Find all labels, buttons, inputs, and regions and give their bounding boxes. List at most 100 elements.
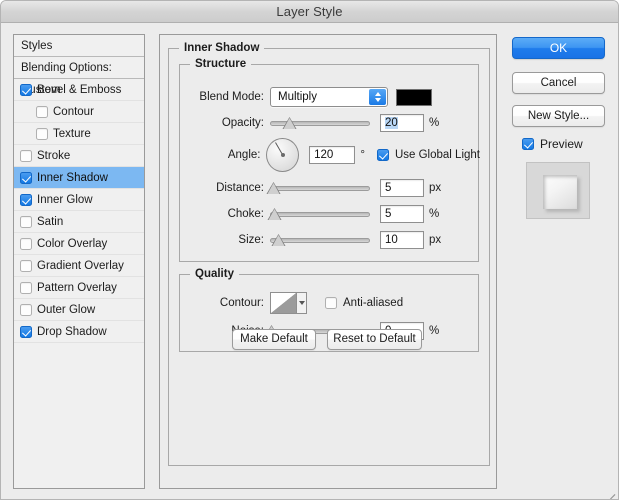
opacity-input[interactable]: 20 (380, 114, 424, 132)
contour-label: Contour: (219, 297, 264, 309)
style-item-label: Outer Glow (37, 303, 96, 316)
style-preview-thumbnail (526, 162, 590, 219)
styles-panel-header: Styles (14, 35, 144, 57)
style-item-label: Bevel & Emboss (37, 83, 122, 96)
shadow-color-swatch[interactable] (396, 88, 432, 106)
style-item-contour[interactable]: Contour (14, 101, 144, 123)
opacity-slider[interactable] (270, 115, 370, 131)
choke-input[interactable]: 5 (380, 205, 424, 223)
preview-label: Preview (540, 137, 583, 151)
angle-value: 120 (314, 149, 334, 161)
size-label: Size: (238, 234, 264, 246)
style-item-label: Gradient Overlay (37, 259, 124, 272)
chevron-down-icon[interactable] (297, 293, 306, 313)
style-item-checkbox[interactable] (20, 259, 32, 272)
preview-shape (543, 175, 577, 209)
style-item-label: Stroke (37, 149, 71, 162)
anti-aliased-checkbox[interactable] (325, 297, 337, 309)
opacity-unit: % (429, 117, 440, 129)
angle-dial-hub (280, 153, 285, 157)
contour-curve-icon (271, 293, 297, 313)
anti-aliased-row[interactable]: Anti-aliased (325, 297, 403, 309)
style-item-checkbox[interactable] (20, 303, 32, 316)
style-item-color-overlay[interactable]: Color Overlay (14, 233, 144, 255)
blend-mode-value: Multiply (278, 91, 317, 103)
size-input[interactable]: 10 (380, 231, 424, 249)
distance-slider[interactable] (266, 180, 370, 196)
angle-input[interactable]: 120 (309, 146, 356, 164)
angle-dial[interactable] (266, 138, 300, 172)
inner-shadow-group-title: Inner Shadow (179, 42, 265, 54)
contour-preset-picker[interactable] (270, 292, 307, 314)
style-item-checkbox[interactable] (20, 83, 32, 96)
style-item-texture[interactable]: Texture (14, 123, 144, 145)
choke-unit: % (429, 208, 440, 220)
style-item-stroke[interactable]: Stroke (14, 145, 144, 167)
style-item-drop-shadow[interactable]: Drop Shadow (14, 321, 144, 343)
style-item-checkbox[interactable] (20, 237, 32, 250)
inner-shadow-settings-panel: Inner Shadow Structure Blend Mode: Multi… (159, 34, 497, 489)
structure-group-title: Structure (190, 58, 252, 70)
reset-to-default-button[interactable]: Reset to Default (327, 329, 422, 350)
styles-panel: Styles Blending Options: Custom Bevel & … (13, 34, 145, 489)
size-value: 10 (385, 234, 398, 246)
use-global-light-checkbox[interactable] (376, 149, 389, 161)
style-item-label: Drop Shadow (37, 325, 107, 338)
size-unit: px (429, 234, 442, 246)
inner-shadow-group: Inner Shadow Structure Blend Mode: Multi… (168, 42, 490, 466)
quality-group-title: Quality (190, 268, 239, 280)
style-item-satin[interactable]: Satin (14, 211, 144, 233)
style-item-outer-glow[interactable]: Outer Glow (14, 299, 144, 321)
new-style-button[interactable]: New Style... (512, 105, 605, 127)
angle-label: Angle: (227, 149, 261, 161)
angle-unit: ° (360, 149, 365, 161)
style-item-checkbox[interactable] (20, 325, 32, 338)
style-item-checkbox[interactable] (20, 193, 32, 206)
style-item-bevel-emboss[interactable]: Bevel & Emboss (14, 79, 144, 101)
ok-button[interactable]: OK (512, 37, 605, 59)
style-item-label: Texture (53, 127, 91, 140)
layer-style-dialog: Layer Style Styles Blending Options: Cus… (0, 0, 619, 500)
blend-mode-select[interactable]: Multiply (270, 87, 388, 107)
make-default-button[interactable]: Make Default (232, 329, 316, 350)
style-item-checkbox[interactable] (36, 105, 48, 118)
distance-input[interactable]: 5 (380, 179, 424, 197)
use-global-light-row[interactable]: Use Global Light (376, 149, 480, 161)
style-item-label: Pattern Overlay (37, 281, 117, 294)
style-item-inner-shadow[interactable]: Inner Shadow (14, 167, 144, 189)
style-item-label: Contour (53, 105, 94, 118)
preview-row[interactable]: Preview (522, 137, 583, 151)
style-effects-list: Bevel & Emboss Contour Texture Stroke Inner … (14, 79, 144, 343)
distance-label: Distance: (216, 182, 264, 194)
resize-grip[interactable] (604, 485, 616, 499)
title-bar[interactable]: Layer Style (1, 1, 618, 23)
window-title: Layer Style (276, 4, 343, 19)
preview-checkbox[interactable] (522, 138, 534, 150)
distance-unit: px (429, 182, 442, 194)
style-item-inner-glow[interactable]: Inner Glow (14, 189, 144, 211)
choke-label: Choke: (227, 208, 264, 220)
cancel-button[interactable]: Cancel (512, 72, 605, 94)
distance-value: 5 (385, 182, 392, 194)
size-slider[interactable] (270, 232, 370, 248)
blend-mode-label: Blend Mode: (199, 91, 264, 103)
use-global-light-label: Use Global Light (394, 149, 480, 161)
style-item-checkbox[interactable] (20, 281, 32, 294)
choke-slider[interactable] (267, 206, 370, 222)
opacity-label: Opacity: (221, 117, 264, 129)
style-item-checkbox[interactable] (20, 149, 32, 162)
style-item-gradient-overlay[interactable]: Gradient Overlay (14, 255, 144, 277)
style-item-pattern-overlay[interactable]: Pattern Overlay (14, 277, 144, 299)
style-item-label: Inner Glow (37, 193, 93, 206)
choke-value: 5 (385, 208, 392, 220)
style-item-checkbox[interactable] (36, 127, 48, 140)
blending-options-row[interactable]: Blending Options: Custom (14, 57, 144, 96)
opacity-value: 20 (385, 117, 398, 129)
style-item-label: Satin (37, 215, 64, 228)
style-item-label: Inner Shadow (37, 171, 108, 184)
style-item-checkbox[interactable] (20, 171, 32, 184)
noise-unit: % (429, 325, 440, 337)
style-item-checkbox[interactable] (20, 215, 32, 228)
anti-aliased-label: Anti-aliased (343, 297, 404, 309)
style-item-label: Color Overlay (37, 237, 108, 250)
